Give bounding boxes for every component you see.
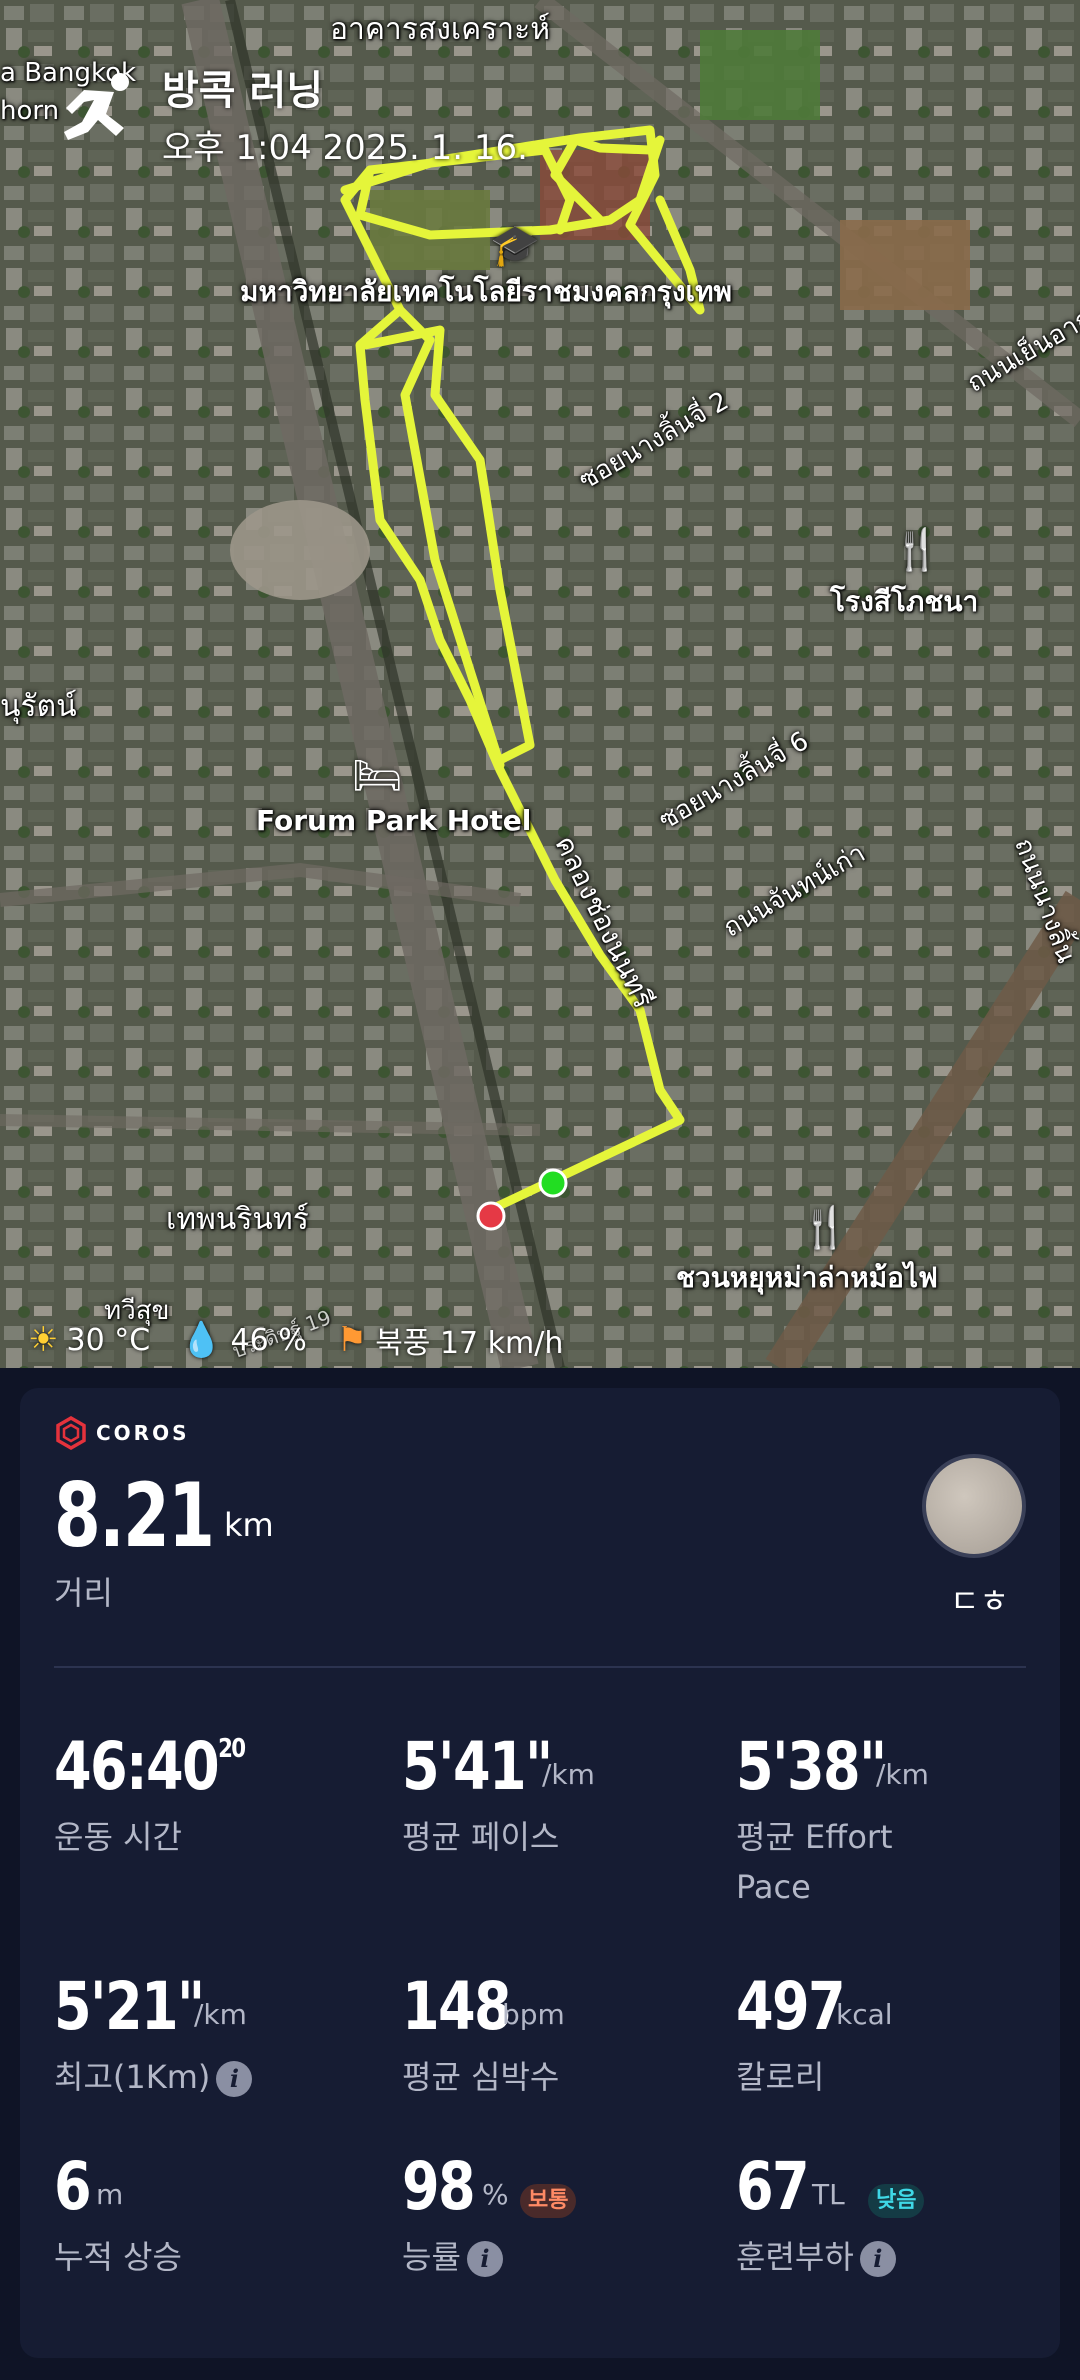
restaurant-icon: 🍴 [892,527,942,573]
stat-unit: /km [194,1998,247,2031]
route-map[interactable]: อาคารสงเคราะห์ a Bangkok horn 🎓 มหาวิทยา… [0,0,1080,1368]
start-marker [538,1168,568,1198]
stat-unit: m [96,2178,124,2211]
stat-sup: 20 [218,1734,246,1764]
wind: 북풍 17 km/h [375,1326,564,1361]
stat-unit: /km [542,1758,595,1791]
stat-label-row: 능률 i [402,2232,642,2282]
info-icon[interactable]: i [859,2241,896,2277]
stat-value: 497 [736,1968,846,2045]
distance-unit: km [224,1506,274,1544]
stat-label: 운동 시간 [54,1818,182,1856]
stat-value: 6 [54,2148,92,2225]
end-marker [476,1201,506,1231]
stat-unit: % [482,2178,509,2211]
stat-value: 5'41" [402,1728,553,1805]
stat-value: 5'21" [54,1968,205,2045]
stat-label: 훈련부하 [736,2238,854,2276]
stat-value: 67 [736,2148,810,2225]
divider [54,1666,1026,1668]
map-label-restaurant-2: ชวนหยุหม่าล่าหม้อไฟ [676,1261,938,1294]
runner-icon [64,73,129,140]
hotel-bed-icon: 🛏 [352,753,403,799]
stat-label-row: 최고(1Km) i [54,2052,354,2102]
humidity-drop-icon: 💧 [180,1320,223,1360]
activity-title: 방콕 러닝 [162,68,324,114]
avatar[interactable] [922,1454,1026,1558]
activity-summary-card: COROS 8.21 km 거리 ㄷㅎ 46:4020 운동 시간 5'41" … [20,1388,1060,2358]
map-label-bottom-left: เทพนรินทร์ [166,1202,309,1237]
efficiency-badge: 보통 [520,2184,577,2218]
stat-label: 평균 Effort Pace [736,1818,893,1906]
distance-label: 거리 [54,1574,113,1612]
stat-label: 능률 [402,2238,461,2276]
sun-icon: ☀ [28,1320,59,1360]
stat-label-row: 훈련부하 i [736,2232,976,2282]
stat-value: 148 [402,1968,512,2045]
restaurant-icon-2: 🍴 [800,1205,850,1251]
training-load-badge: 낮음 [868,2184,925,2218]
stat-unit: TL [812,2178,845,2211]
temperature: 30 °C [66,1322,151,1358]
stat-unit: bpm [502,1998,565,2031]
stat-unit: /km [876,1758,929,1791]
satellite-map-background [0,0,1080,1368]
brand-name: COROS [96,1421,190,1445]
map-label-university: มหาวิทยาลัยเทคโนโลยีราชมงคลกรุงเทพ [240,275,732,308]
stat-value: 5'38" [736,1728,887,1805]
activity-header: 방콕 러닝 오후 1:04 2025. 1. 16. [0,0,1080,180]
info-icon[interactable]: i [466,2241,503,2277]
stat-value: 46:4020 [54,1728,246,1805]
map-label-left-mid: นุรัตน์ [0,689,77,724]
stat-label: 칼로리 [736,2058,825,2096]
stat-unit: kcal [836,1998,893,2031]
stat-label: 누적 상승 [54,2238,182,2276]
map-label-hotel: Forum Park Hotel [256,804,532,837]
brand: COROS [54,1416,190,1450]
weather-bar: ☀ 30 °C 💧 46 % ⚑ 북풍 17 km/h [28,1318,593,1362]
stat-label: 평균 페이스 [402,1818,560,1856]
distance-value: 8.21 [54,1464,215,1567]
graduation-cap-icon: 🎓 [490,223,540,269]
wind-flag-icon: ⚑ [336,1320,368,1360]
map-label-restaurant-1: โรงสีโภชนา [830,585,979,618]
info-icon[interactable]: i [216,2061,253,2097]
activity-date: 오후 1:04 2025. 1. 16. [162,128,528,168]
coros-logo-icon [56,1416,86,1450]
stat-value: 98 [402,2148,476,2225]
humidity: 46 % [230,1322,307,1358]
stat-label: 평균 심박수 [402,2058,560,2096]
stat-label: 최고(1Km) [54,2058,211,2096]
user-name: ㄷㅎ [950,1582,1009,1620]
